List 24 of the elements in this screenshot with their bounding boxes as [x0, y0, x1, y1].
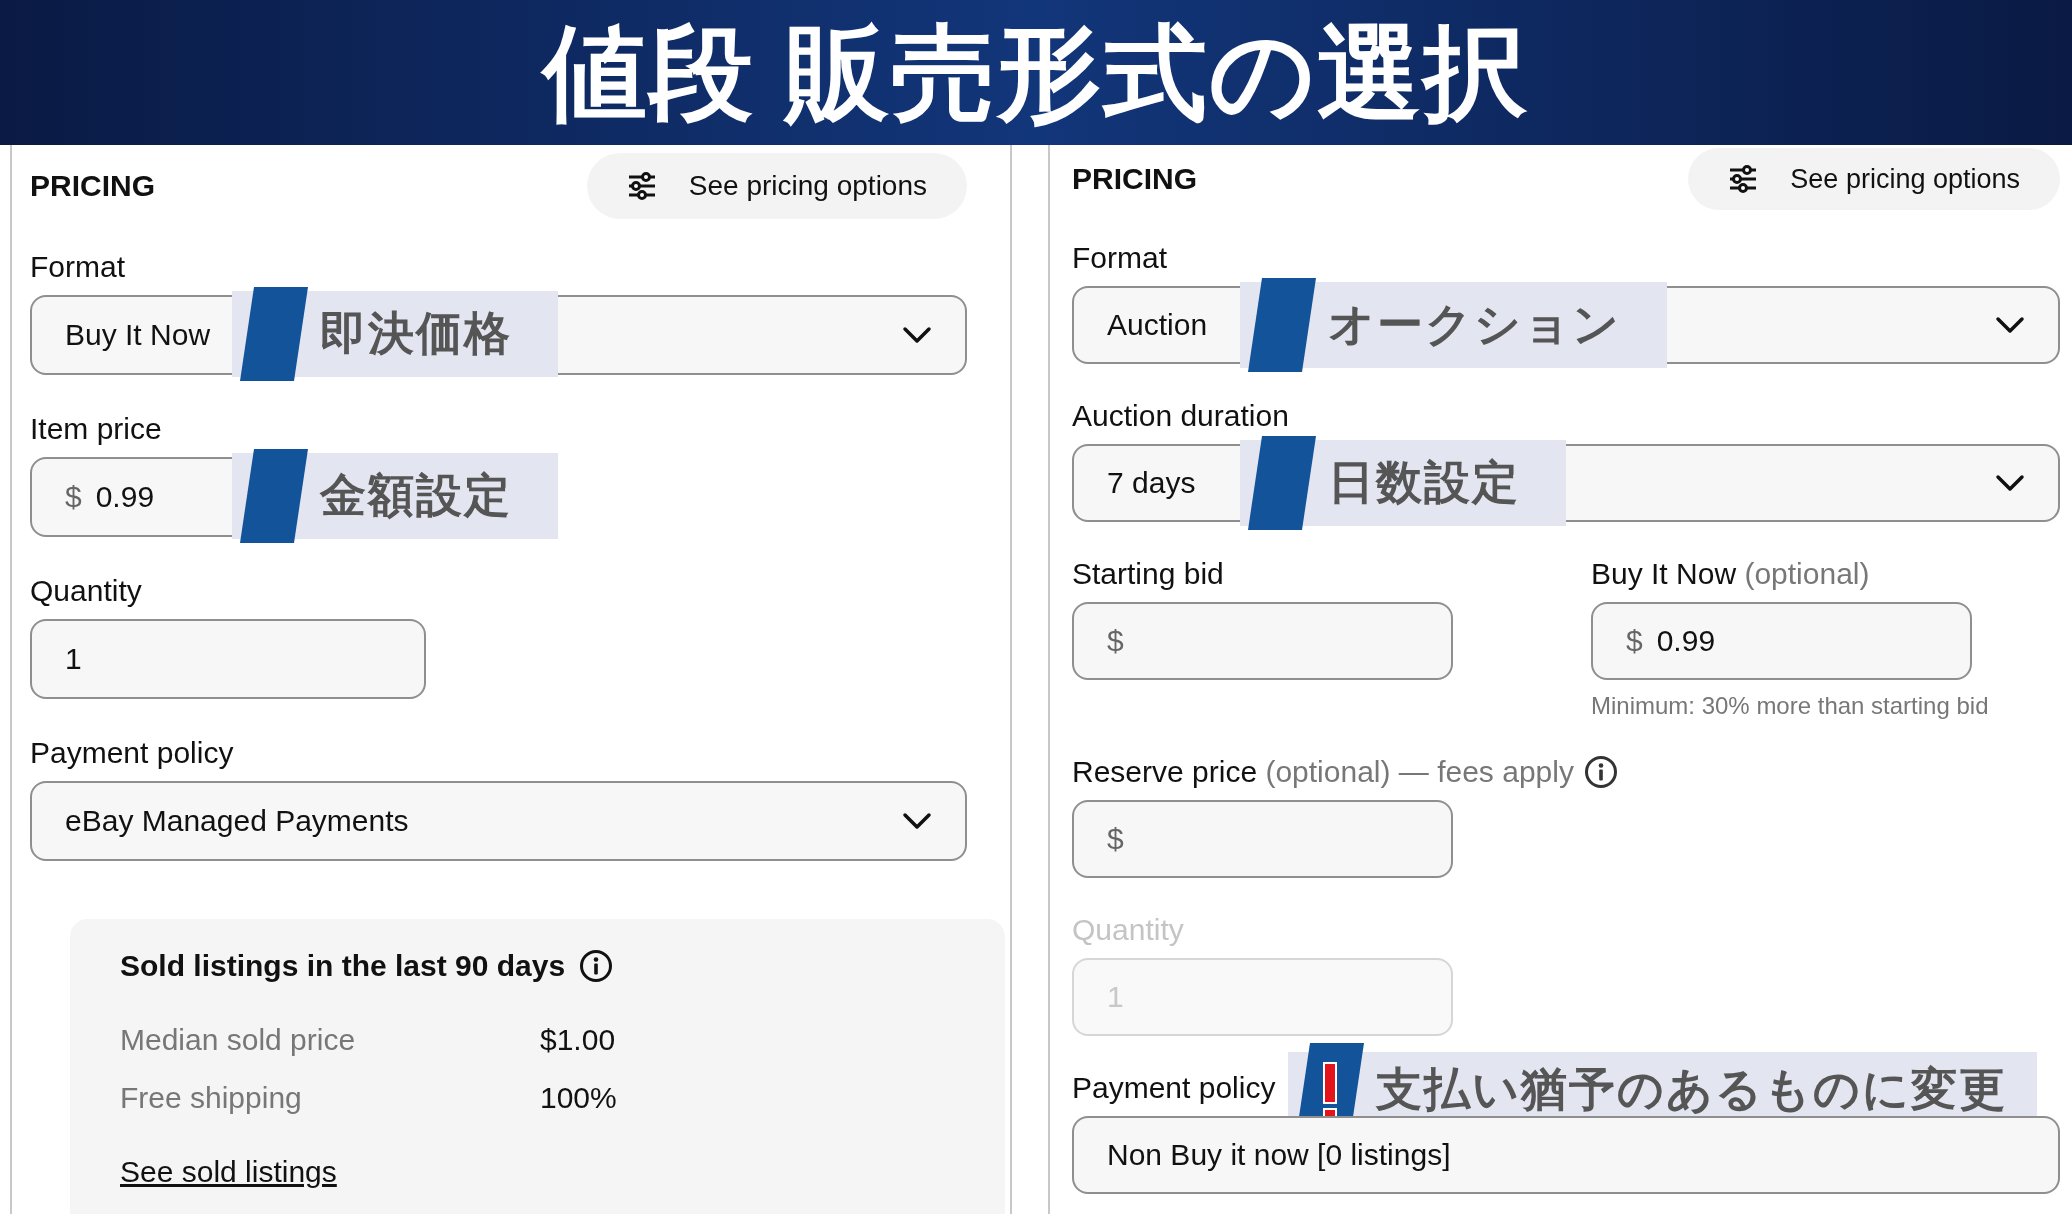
field-label: Item price	[30, 411, 162, 447]
field-label: Reserve price (optional) — fees apply	[1072, 754, 1574, 790]
field-label: Buy It Now (optional)	[1591, 556, 1870, 592]
field-label: Payment policy	[30, 735, 234, 771]
field-label: Starting bid	[1072, 556, 1224, 592]
section-heading: PRICING	[1072, 162, 1197, 196]
hint-text: Minimum: 30% more than starting bid	[1591, 692, 1989, 720]
field-label: Payment policy	[1072, 1070, 1276, 1106]
field-label: Quantity	[30, 573, 142, 609]
banner-title: 値段 販売形式の選択	[542, 20, 1530, 125]
field-label: Format	[1072, 240, 1167, 276]
section-heading: PRICING	[30, 169, 155, 203]
annotation-label: 即決価格	[320, 306, 512, 361]
card-title: Sold listings in the last 90 days	[120, 949, 566, 983]
field-label: Format	[30, 249, 125, 285]
stat-label: Free shipping	[120, 1080, 303, 1116]
field-label: Quantity	[1072, 912, 1184, 948]
stat-value: 100%	[540, 1080, 617, 1116]
stat-value: $1.00	[540, 1022, 616, 1058]
field-label: Auction duration	[1072, 398, 1289, 434]
annotation-label: 日数設定	[1328, 455, 1520, 510]
annotation-label: オークション	[1328, 297, 1621, 352]
annotation-label: 支払い猶予のあるものに変更	[1376, 1062, 2007, 1117]
stat-label: Median sold price	[120, 1022, 357, 1058]
